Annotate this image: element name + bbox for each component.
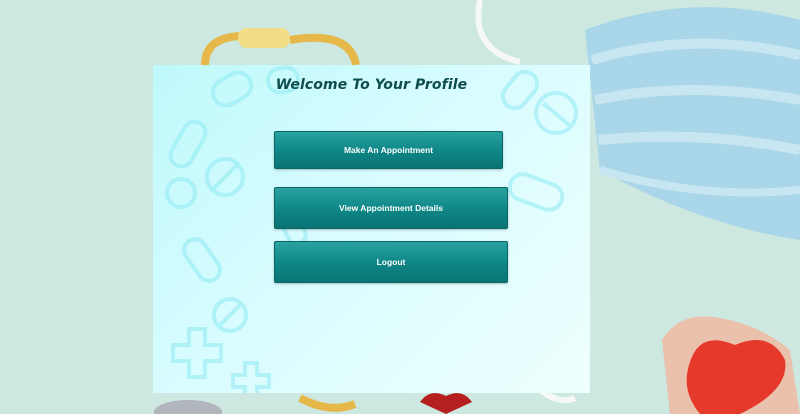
make-appointment-button[interactable]: Make An Appointment [274, 131, 503, 169]
view-appointment-details-button[interactable]: View Appointment Details [274, 187, 508, 229]
pill-pattern-decoration [165, 65, 578, 393]
page-title: Welcome To Your Profile [275, 77, 468, 93]
profile-panel: Welcome To Your Profile Make An Appointm… [153, 65, 590, 393]
logout-button[interactable]: Logout [274, 241, 508, 283]
